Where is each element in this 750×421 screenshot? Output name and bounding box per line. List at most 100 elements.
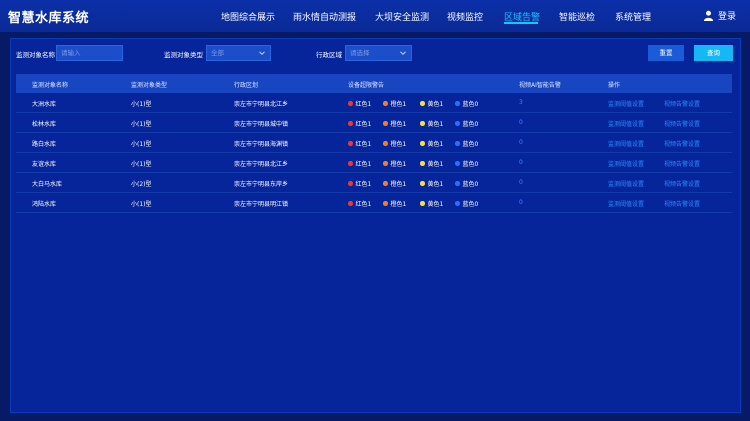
blue-alarm-dot-icon [455, 101, 460, 106]
blue-alarm-dot-icon [455, 201, 460, 206]
nav-rain-water[interactable]: 雨水情自动测报 [293, 10, 356, 23]
video-alarm-setting-link[interactable]: 视频告警设置 [664, 99, 700, 108]
nav-map-overview[interactable]: 地图综合展示 [221, 10, 275, 23]
orange-alarm: 橙色1 [383, 179, 406, 188]
threshold-setting-link[interactable]: 监测阈值设置 [608, 99, 644, 108]
cell-ai-alarm-count: 0 [519, 199, 523, 206]
threshold-setting-link[interactable]: 监测阈值设置 [608, 179, 644, 188]
orange-alarm-dot-icon [383, 121, 388, 126]
table-row: 大洲水库 小(1)型 崇左市宁明县北江乡 3 监测阈值设置 视频告警设置 红色1 橙色1 黄色1… [16, 93, 732, 113]
threshold-setting-link[interactable]: 监测阈值设置 [608, 199, 644, 208]
table-row: 友谊水库 小(1)型 崇左市宁明县北江乡 0 监测阈值设置 视频告警设置 红色1 橙色1 黄色1… [16, 153, 732, 173]
orange-alarm-label: 橙色1 [390, 181, 407, 188]
cell-region: 崇左市宁明县明江镇 [234, 201, 289, 208]
cell-name: 鸿陆水库 [32, 201, 57, 208]
orange-alarm-label: 橙色1 [390, 161, 407, 168]
blue-alarm-dot-icon [455, 121, 460, 126]
cell-type: 小(1)型 [131, 101, 152, 108]
nav-dam-safety[interactable]: 大坝安全监测 [375, 10, 429, 23]
cell-ai-alarm-count: 3 [519, 99, 523, 106]
name-filter-label: 监测对象名称 [16, 51, 55, 59]
nav-smart-inspection[interactable]: 智能巡检 [559, 10, 595, 23]
blue-alarm-dot-icon [455, 161, 460, 166]
blue-alarm-dot-icon [455, 181, 460, 186]
cell-name: 大洲水库 [32, 101, 57, 108]
cell-region: 崇左市宁明县北江乡 [234, 161, 289, 168]
yellow-alarm-label: 黄色1 [427, 121, 444, 128]
region-select[interactable]: 请选择 [345, 45, 412, 61]
yellow-alarm-label: 黄色1 [427, 201, 444, 208]
blue-alarm: 蓝色0 [455, 159, 478, 168]
orange-alarm-dot-icon [383, 101, 388, 106]
cell-region: 崇左市宁明县海渊镇 [234, 141, 289, 148]
yellow-alarm-label: 黄色1 [427, 181, 444, 188]
blue-alarm-label: 蓝色0 [462, 101, 479, 108]
red-alarm-dot-icon [348, 101, 353, 106]
nav-video-monitor[interactable]: 视频监控 [447, 10, 483, 23]
video-alarm-setting-link[interactable]: 视频告警设置 [664, 199, 700, 208]
orange-alarm-label: 橙色1 [390, 101, 407, 108]
yellow-alarm: 黄色1 [420, 199, 443, 208]
user-icon [703, 10, 714, 21]
cell-type: 小(1)型 [131, 161, 152, 168]
red-alarm-label: 红色1 [355, 121, 372, 128]
blue-alarm-label: 蓝色0 [462, 121, 479, 128]
red-alarm-dot-icon [348, 141, 353, 146]
yellow-alarm: 黄色1 [420, 139, 443, 148]
yellow-alarm-dot-icon [420, 181, 425, 186]
active-tab-indicator [504, 22, 538, 24]
orange-alarm: 橙色1 [383, 139, 406, 148]
red-alarm: 红色1 [348, 199, 371, 208]
yellow-alarm-dot-icon [420, 161, 425, 166]
cell-region: 崇左市宁明县城中镇 [234, 121, 289, 128]
red-alarm: 红色1 [348, 139, 371, 148]
name-search-input[interactable]: 请输入 [56, 45, 123, 61]
main-nav: 地图综合展示 雨水情自动测报 大坝安全监测 视频监控 区域告警 智能巡检 系统管… [0, 0, 750, 32]
video-alarm-setting-link[interactable]: 视频告警设置 [664, 119, 700, 128]
yellow-alarm-label: 黄色1 [427, 161, 444, 168]
red-alarm-label: 红色1 [355, 141, 372, 148]
red-alarm-label: 红色1 [355, 101, 372, 108]
cell-name: 路白水库 [32, 141, 57, 148]
cell-name: 大白马水库 [32, 181, 63, 188]
orange-alarm: 橙色1 [383, 199, 406, 208]
query-button[interactable]: 查询 [694, 45, 733, 61]
cell-region: 崇左市宁明县北江乡 [234, 101, 289, 108]
yellow-alarm-dot-icon [420, 141, 425, 146]
login-button[interactable]: 登录 [703, 9, 736, 22]
red-alarm-dot-icon [348, 181, 353, 186]
orange-alarm: 橙色1 [383, 99, 406, 108]
cell-type: 小(1)型 [131, 121, 152, 128]
orange-alarm-dot-icon [383, 161, 388, 166]
login-label: 登录 [718, 12, 737, 22]
region-filter-label: 行政区域 [316, 51, 342, 59]
table-row: 大白马水库 小(2)型 崇左市宁明县东岸乡 0 监测阈值设置 视频告警设置 红色1 橙色1 黄色… [16, 173, 732, 193]
red-alarm-label: 红色1 [355, 181, 372, 188]
orange-alarm-label: 橙色1 [390, 201, 407, 208]
blue-alarm: 蓝色0 [455, 99, 478, 108]
blue-alarm-label: 蓝色0 [462, 201, 479, 208]
column-header-type: 监测对象类型 [131, 82, 168, 89]
red-alarm-dot-icon [348, 201, 353, 206]
orange-alarm-dot-icon [383, 141, 388, 146]
blue-alarm: 蓝色0 [455, 179, 478, 188]
red-alarm: 红色1 [348, 119, 371, 128]
video-alarm-setting-link[interactable]: 视频告警设置 [664, 159, 700, 168]
red-alarm: 红色1 [348, 159, 371, 168]
table-row: 松林水库 小(1)型 崇左市宁明县城中镇 0 监测阈值设置 视频告警设置 红色1 橙色1 黄色1… [16, 113, 732, 133]
threshold-setting-link[interactable]: 监测阈值设置 [608, 139, 644, 148]
reset-button[interactable]: 重置 [648, 45, 684, 61]
type-select[interactable]: 全部 [206, 45, 271, 61]
column-header-name: 监测对象名称 [32, 82, 69, 89]
column-header-actions: 操作 [608, 82, 621, 89]
video-alarm-setting-link[interactable]: 视频告警设置 [664, 139, 700, 148]
video-alarm-setting-link[interactable]: 视频告警设置 [664, 179, 700, 188]
cell-ai-alarm-count: 0 [519, 179, 523, 186]
red-alarm-label: 红色1 [355, 161, 372, 168]
threshold-setting-link[interactable]: 监测阈值设置 [608, 159, 644, 168]
cell-ai-alarm-count: 0 [519, 119, 523, 126]
type-select-value: 全部 [211, 49, 224, 57]
threshold-setting-link[interactable]: 监测阈值设置 [608, 119, 644, 128]
nav-system-management[interactable]: 系统管理 [615, 10, 651, 23]
orange-alarm: 橙色1 [383, 159, 406, 168]
